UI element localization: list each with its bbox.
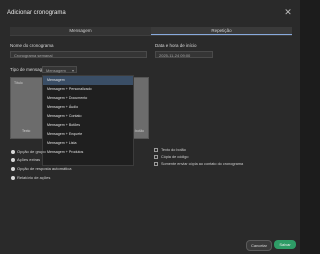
preview-title: Título bbox=[14, 81, 23, 85]
dropdown-item[interactable]: Mensagem + Contato bbox=[43, 112, 133, 121]
checkbox-icon bbox=[154, 148, 158, 152]
option-auto-reply[interactable]: Opção de resposta automática bbox=[11, 166, 71, 171]
radio-icon bbox=[11, 166, 15, 171]
dropdown-item[interactable]: Mensagem bbox=[43, 76, 133, 85]
dropdown-item[interactable]: Mensagem + Áudio bbox=[43, 103, 133, 112]
schedule-name-input[interactable]: Cronograma semanal bbox=[10, 51, 147, 58]
dropdown-item[interactable]: Mensagem + Enquete bbox=[43, 130, 133, 139]
message-type-dropdown: Mensagem Mensagem + Personalizado Mensag… bbox=[42, 75, 134, 166]
tab-repetition[interactable]: Repetição bbox=[151, 27, 292, 35]
chevron-down-icon: ▾ bbox=[71, 68, 74, 73]
start-datetime-label: Data e hora de início bbox=[155, 43, 197, 48]
save-button[interactable]: Salvar bbox=[274, 240, 296, 249]
radio-icon bbox=[11, 157, 15, 162]
checkbox-icon bbox=[154, 162, 158, 166]
message-type-select[interactable]: Mensagem ▾ bbox=[42, 66, 77, 73]
dropdown-item[interactable]: Mensagem + Produtos bbox=[43, 148, 133, 157]
dropdown-item[interactable]: Mensagem + Botões bbox=[43, 121, 133, 130]
preview-text: Texto bbox=[22, 129, 31, 133]
dropdown-item[interactable]: Mensagem + Personalizado bbox=[43, 85, 133, 94]
option-action-report[interactable]: Relatório de ações bbox=[11, 175, 50, 180]
dropdown-item[interactable]: Mensagem + Lista bbox=[43, 139, 133, 148]
tab-message[interactable]: Mensagem bbox=[10, 27, 151, 35]
tab-bar: Mensagem Repetição bbox=[10, 27, 292, 36]
start-datetime-input[interactable]: 2025-11-24 09:00 bbox=[155, 51, 213, 58]
checkbox-button-text[interactable]: Texto do botão bbox=[154, 148, 186, 152]
checkbox-icon bbox=[154, 155, 158, 159]
checkbox-code-copy[interactable]: Cópia de código bbox=[154, 155, 188, 159]
cancel-button[interactable]: Cancelar bbox=[246, 240, 272, 251]
message-type-value: Mensagem bbox=[46, 68, 66, 73]
option-extra-actions[interactable]: Ações extras bbox=[11, 157, 40, 162]
schedule-name-label: Nome do cronograma bbox=[10, 43, 54, 48]
add-schedule-dialog: Adicionar cronograma ✕ Mensagem Repetiçã… bbox=[0, 0, 300, 254]
radio-icon bbox=[11, 175, 15, 180]
dialog-title: Adicionar cronograma bbox=[7, 10, 66, 16]
checkbox-send-copy[interactable]: Somente enviar cópia ao contato do crono… bbox=[154, 162, 243, 166]
dropdown-item[interactable]: Mensagem + Documento bbox=[43, 94, 133, 103]
close-icon[interactable]: ✕ bbox=[284, 8, 292, 17]
option-group[interactable]: Opção de grupo bbox=[11, 149, 46, 154]
radio-icon bbox=[11, 149, 15, 154]
